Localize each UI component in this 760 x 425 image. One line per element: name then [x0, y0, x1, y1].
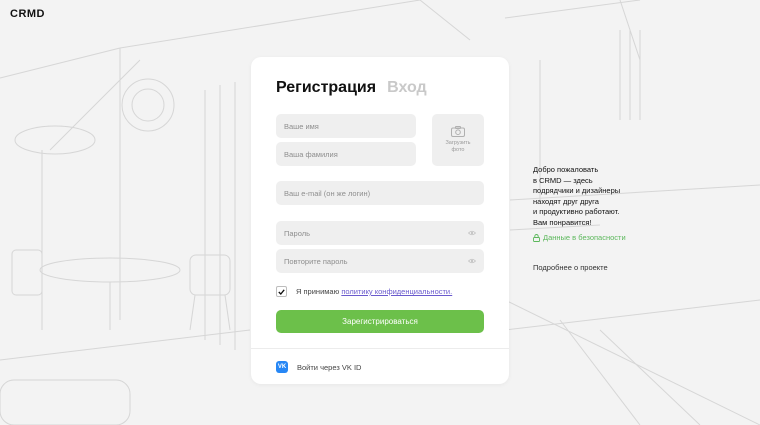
last-name-placeholder: Ваша фамилия: [284, 149, 338, 159]
upload-photo-label: Загрузить фото: [445, 140, 470, 153]
security-link-label: Данные в безопасности: [543, 233, 626, 242]
privacy-checkbox[interactable]: [276, 286, 287, 297]
show-password-eye-icon[interactable]: [468, 230, 476, 236]
welcome-line: находят друг друга: [533, 196, 599, 206]
app-logo[interactable]: CRMD: [10, 8, 45, 20]
first-name-field[interactable]: Ваше имя: [276, 114, 416, 138]
register-button[interactable]: Зарегистрироваться: [276, 310, 484, 333]
upload-photo-label-line1: Загрузить: [445, 140, 471, 147]
last-name-field[interactable]: Ваша фамилия: [276, 142, 416, 166]
privacy-agreement-text: Я принимаю: [296, 287, 340, 296]
welcome-line: в CRMD — здесь: [533, 175, 593, 185]
welcome-line: Вам понравится!: [533, 217, 592, 227]
registration-card: Регистрация Вход Ваше имя Ваша фамилия З…: [251, 57, 509, 384]
vk-login-label: Войти через VK ID: [297, 362, 362, 372]
first-name-placeholder: Ваше имя: [284, 121, 319, 131]
welcome-line: Добро пожаловать: [533, 165, 599, 174]
privacy-agreement: Я принимаю политику конфиденциальности.: [296, 286, 452, 297]
welcome-line: подрядчики и дизайнеры: [533, 186, 621, 196]
upload-photo-button[interactable]: Загрузить фото: [432, 114, 484, 166]
welcome-text: Добро пожаловать в CRMD — здесь подрядчи…: [533, 165, 620, 229]
card-divider: [251, 348, 509, 349]
lock-icon: [533, 233, 540, 242]
welcome-line: и продуктивно работают.: [533, 207, 620, 217]
password-repeat-field[interactable]: Повторите пароль: [276, 249, 484, 273]
vk-login-button[interactable]: VK Войти через VK ID: [276, 361, 361, 373]
vk-icon: VK: [276, 361, 288, 373]
privacy-policy-link[interactable]: политику конфиденциальности.: [341, 287, 452, 296]
auth-tabs: Регистрация Вход: [276, 79, 427, 97]
email-placeholder: Ваш e-mail (он же логин): [284, 188, 371, 198]
tab-login[interactable]: Вход: [387, 79, 427, 97]
tab-registration[interactable]: Регистрация: [276, 79, 376, 97]
upload-photo-label-line2: фото: [451, 147, 465, 153]
email-field[interactable]: Ваш e-mail (он же логин): [276, 181, 484, 205]
password-repeat-placeholder: Повторите пароль: [284, 256, 348, 266]
password-placeholder: Пароль: [284, 228, 311, 238]
checkmark-icon: [278, 288, 285, 295]
security-link[interactable]: Данные в безопасности: [533, 233, 626, 242]
camera-icon: [451, 126, 465, 138]
password-field[interactable]: Пароль: [276, 221, 484, 245]
about-project-link[interactable]: Подробнее о проекте: [533, 263, 608, 272]
show-password-repeat-eye-icon[interactable]: [468, 258, 476, 264]
